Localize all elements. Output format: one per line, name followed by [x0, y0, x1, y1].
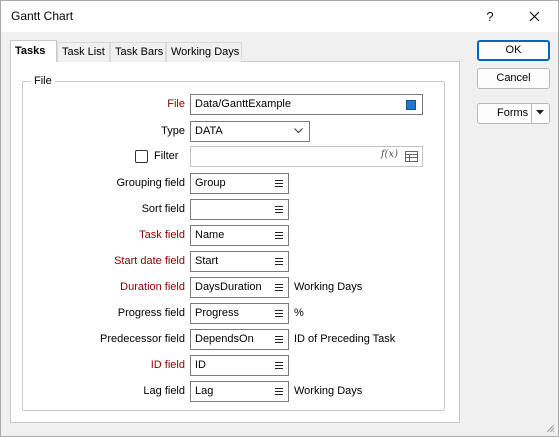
- cancel-button[interactable]: Cancel: [477, 68, 550, 89]
- table-icon[interactable]: [405, 151, 418, 162]
- ok-button-label: OK: [505, 44, 522, 56]
- tab-task-bars[interactable]: Task Bars: [110, 42, 166, 62]
- task-field-label: Task field: [139, 229, 185, 241]
- field-list-icon[interactable]: [275, 310, 283, 318]
- file-value: Data/GanttExample: [195, 98, 291, 110]
- id-field-value: ID: [195, 359, 206, 371]
- field-list-icon[interactable]: [275, 336, 283, 344]
- duration-field-label: Duration field: [120, 281, 185, 293]
- tab-task-list[interactable]: Task List: [57, 42, 110, 62]
- duration-unit: Working Days: [294, 281, 363, 293]
- ok-button[interactable]: OK: [477, 40, 550, 61]
- type-label: Type: [161, 125, 185, 137]
- type-value: DATA: [195, 125, 223, 137]
- field-list-icon[interactable]: [275, 258, 283, 266]
- help-icon: ?: [486, 9, 494, 24]
- id-field-label: ID field: [150, 359, 185, 371]
- progress-unit: %: [294, 307, 304, 319]
- expression-icon[interactable]: f(x): [381, 149, 398, 160]
- predecessor-field-value: DependsOn: [195, 333, 254, 345]
- file-group-legend: File: [31, 75, 55, 87]
- progress-field-label: Progress field: [117, 307, 185, 319]
- type-combo[interactable]: DATA: [190, 121, 310, 142]
- close-button[interactable]: [511, 1, 557, 32]
- id-field-input[interactable]: ID: [190, 355, 289, 376]
- field-list-icon[interactable]: [275, 388, 283, 396]
- filter-checkbox[interactable]: [135, 150, 148, 163]
- grouping-field-input[interactable]: Group: [190, 173, 289, 194]
- filter-label: Filter: [154, 150, 179, 162]
- sort-field-input[interactable]: [190, 199, 289, 220]
- start-date-field-label: Start date field: [114, 255, 185, 267]
- progress-field-input[interactable]: Progress: [190, 303, 289, 324]
- cancel-button-label: Cancel: [496, 72, 531, 84]
- forms-button[interactable]: Forms: [477, 103, 550, 124]
- lag-unit: Working Days: [294, 385, 363, 397]
- dropdown-arrow-icon[interactable]: [536, 110, 544, 115]
- field-list-icon[interactable]: [275, 232, 283, 240]
- lag-field-value: Lag: [195, 385, 214, 397]
- resize-grip-icon[interactable]: [546, 424, 555, 433]
- duration-field-input[interactable]: DaysDuration: [190, 277, 289, 298]
- close-icon: [529, 11, 539, 22]
- tab-working-days[interactable]: Working Days: [166, 42, 242, 62]
- sort-field-label: Sort field: [141, 203, 185, 215]
- chevron-down-icon: [294, 128, 303, 134]
- file-input[interactable]: Data/GanttExample: [190, 94, 423, 115]
- gantt-chart-dialog: Gantt Chart ? Tasks Task List Task Bars …: [0, 0, 559, 437]
- task-field-value: Name: [195, 229, 225, 241]
- duration-field-value: DaysDuration: [195, 281, 262, 293]
- predecessor-hint: ID of Preceding Task: [294, 333, 396, 345]
- predecessor-field-input[interactable]: DependsOn: [190, 329, 289, 350]
- progress-field-value: Progress: [195, 307, 240, 319]
- field-list-icon[interactable]: [275, 206, 283, 214]
- lag-field-label: Lag field: [143, 385, 185, 397]
- tab-tasks[interactable]: Tasks: [10, 40, 57, 62]
- filter-input[interactable]: f(x): [190, 146, 423, 167]
- predecessor-field-label: Predecessor field: [100, 333, 185, 345]
- start-date-field-value: Start: [195, 255, 219, 267]
- file-label: File: [167, 98, 185, 110]
- field-list-icon[interactable]: [275, 284, 283, 292]
- file-picker-icon[interactable]: [406, 100, 416, 110]
- forms-button-label: Forms: [497, 107, 529, 119]
- field-list-icon[interactable]: [275, 362, 283, 370]
- start-date-field-input[interactable]: Start: [190, 251, 289, 272]
- help-button[interactable]: ?: [467, 1, 513, 32]
- field-list-icon[interactable]: [275, 180, 283, 188]
- grouping-field-label: Grouping field: [116, 177, 186, 189]
- grouping-field-value: Group: [195, 177, 226, 189]
- forms-split-divider: [531, 104, 532, 123]
- lag-field-input[interactable]: Lag: [190, 381, 289, 402]
- task-field-input[interactable]: Name: [190, 225, 289, 246]
- window-title: Gantt Chart: [11, 9, 74, 23]
- title-bar: Gantt Chart ?: [1, 1, 558, 32]
